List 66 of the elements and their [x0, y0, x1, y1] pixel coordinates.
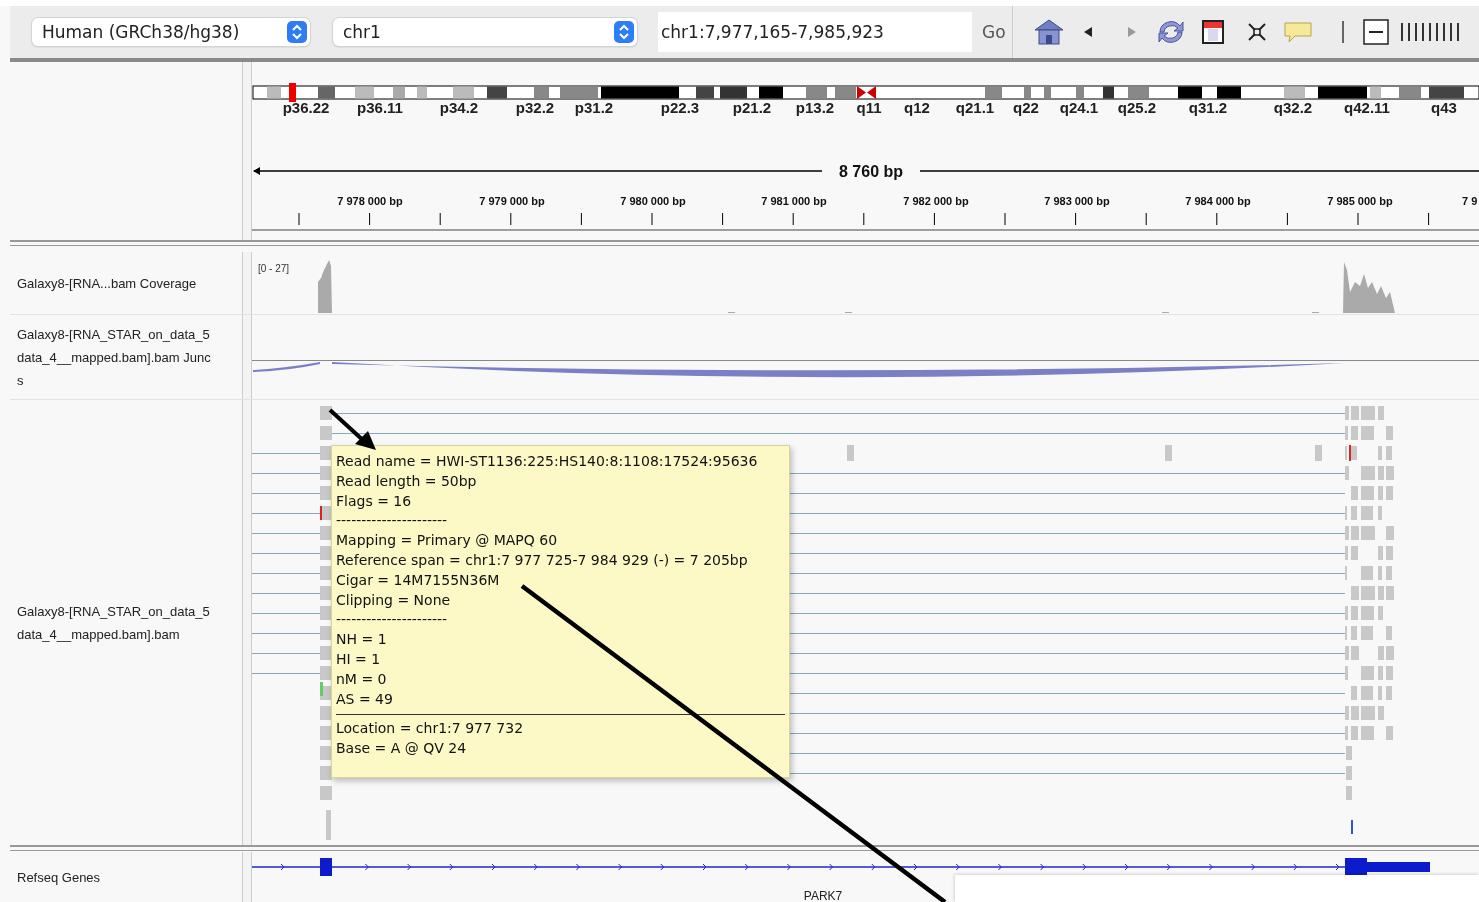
tick-label: 7 9 — [1462, 195, 1478, 207]
tooltip-line: Read name = HWI-ST1136:225:HS140:8:1108:17524:95636 — [336, 453, 758, 469]
band-label: q32.2 — [1273, 99, 1313, 116]
tooltip-line: Cigar = 14M7155N36M — [336, 571, 500, 588]
band-label: q25.2 — [1117, 99, 1157, 116]
tick-label: 7 981 000 bp — [761, 195, 827, 207]
span-label: 8 760 bp — [839, 163, 903, 180]
go-button[interactable]: Go — [978, 12, 1010, 52]
tooltip-line: Base = A @ QV 24 — [336, 740, 467, 757]
gene-label: PARK7 — [803, 889, 843, 902]
home-icon[interactable] — [1032, 18, 1065, 46]
tooltip-line: nM = 0 — [336, 670, 387, 687]
tooltip-line: Clipping = None — [336, 591, 451, 608]
tooltip-line: Location = chr1:7 977 732 — [336, 720, 524, 737]
zoom-out-icon[interactable] — [1362, 19, 1389, 45]
band-label: q21.1 — [955, 99, 995, 116]
genome-dropdown[interactable]: Human (GRCh38/hg38) — [32, 18, 310, 46]
zoom-scale-icon[interactable] — [1398, 21, 1459, 43]
locus-field[interactable]: chr1:7,977,165-7,985,923 — [658, 12, 972, 52]
band-label: q11 — [856, 99, 882, 116]
track-name: Galaxy8-[RNA_STAR_on_data_5 — [17, 602, 211, 621]
tick-label: 7 978 000 bp — [337, 195, 403, 207]
tick-label: 7 982 000 bp — [903, 195, 969, 207]
tooltip-line: ---------------------- — [336, 611, 448, 628]
band-label: q43 — [1431, 99, 1457, 116]
band-label: p36.22 — [282, 99, 330, 116]
track-name: s — [17, 372, 25, 390]
tooltip-line: Mapping = Primary @ MAPQ 60 — [336, 532, 558, 549]
region-marker — [289, 83, 296, 102]
annotation-arrow — [328, 408, 376, 450]
tooltip-line: AS = 49 — [336, 690, 393, 707]
track-name: Galaxy8-[RNA_STAR_on_data_5 — [17, 326, 211, 344]
track-name: data_4__mapped.bam].bam — [17, 625, 181, 644]
range-label: [0 - 27] — [258, 263, 290, 274]
band-label: p21.2 — [732, 99, 772, 116]
stepper-icon[interactable] — [614, 21, 634, 43]
band-label: p31.2 — [574, 99, 614, 116]
band-label: q12 — [904, 99, 930, 116]
fit-icon[interactable] — [1246, 22, 1267, 42]
chromosome-dropdown[interactable]: chr1 — [333, 18, 637, 46]
tooltip-line: NH = 1 — [336, 631, 387, 648]
stepper-icon[interactable] — [287, 21, 307, 43]
tick-label: 7 985 000 bp — [1327, 195, 1393, 207]
band-label: p36.11 — [357, 99, 403, 116]
tooltip-line: Reference span = chr1:7 977 725-7 984 929 (-) = 7 205bp — [336, 552, 748, 568]
band-label: q22 — [1013, 99, 1039, 116]
band-label: q24.1 — [1059, 99, 1099, 116]
tooltip-line: Flags = 16 — [336, 492, 412, 509]
tick-label: 7 983 000 bp — [1044, 195, 1110, 207]
tick-label: 7 980 000 bp — [620, 195, 686, 207]
tooltip-line: ---------------------- — [336, 512, 448, 529]
tooltip-line: Read length = 50bp — [336, 472, 477, 489]
tick-label: 7 984 000 bp — [1185, 195, 1251, 207]
band-label: p22.3 — [660, 99, 700, 116]
track-name: Galaxy8-[RNA...bam Coverage — [17, 274, 198, 293]
band-label: p34.2 — [439, 99, 479, 116]
band-label: q31.2 — [1188, 99, 1228, 116]
page-icon[interactable] — [1200, 19, 1225, 45]
track-name: data_4__mapped.bam].bam Junc — [17, 349, 212, 367]
band-label: q42.11 — [1344, 99, 1390, 116]
tooltip-line: HI = 1 — [336, 650, 381, 667]
track-name: Refseq Genes — [17, 868, 102, 887]
tick-label: 7 979 000 bp — [479, 195, 545, 207]
chromosome-ideogram[interactable] — [252, 85, 1479, 100]
band-label: p13.2 — [795, 99, 835, 116]
band-label: p32.2 — [515, 99, 555, 116]
